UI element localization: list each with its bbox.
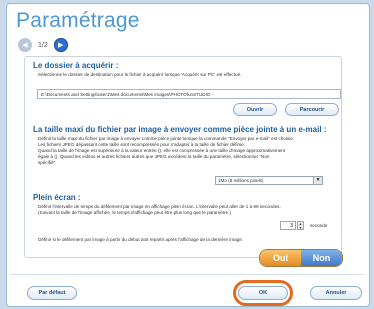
ok-button[interactable]: OK: [238, 286, 288, 300]
arrow-right-icon: ▶: [58, 42, 64, 49]
page-title: Paramétrage: [16, 9, 140, 32]
maxsize-desc-4: égale à (). Quand les vidéos et autres f…: [38, 154, 270, 159]
maxsize-desc-5: spécifié".: [38, 160, 57, 165]
page-indicator: 1/2: [38, 41, 48, 49]
repeat-no-button[interactable]: Non: [301, 250, 342, 266]
maxsize-section-title: La taille maxi du fichier par image à en…: [33, 125, 327, 134]
maxsize-select[interactable]: 1Mo (8 millions pixels) ▼: [215, 176, 323, 185]
arrow-left-icon: ◀: [22, 42, 28, 49]
interval-input[interactable]: 3: [280, 221, 296, 230]
folder-path-field[interactable]: E:\Documents and Settings\user1\Mes docu…: [37, 89, 341, 99]
fullscreen-desc-3: Définir si le défilement par image à par…: [38, 237, 244, 242]
footer-divider: [10, 274, 364, 275]
open-button[interactable]: Ouvrir: [233, 103, 277, 116]
maxsize-selected-value: 1Mo (8 millions pixels): [218, 178, 264, 183]
repeat-toggle: Oui Non: [259, 249, 343, 267]
cancel-button[interactable]: Annuler: [310, 286, 362, 300]
browse-button[interactable]: Parcourir: [285, 103, 339, 116]
chevron-down-icon: ▼: [313, 177, 322, 184]
pager: ◀ 1/2 ▶: [18, 37, 68, 53]
interval-stepper[interactable]: ▲ ▼: [297, 221, 304, 230]
default-button[interactable]: Par défaut: [27, 286, 77, 300]
next-page-button[interactable]: ▶: [53, 38, 68, 52]
fullscreen-desc-2: (Suivant la taille de l'image affichée, …: [38, 210, 231, 215]
repeat-yes-button[interactable]: Oui: [260, 250, 301, 266]
fullscreen-section-title: Plein écran :: [33, 193, 81, 202]
chevron-down-icon: ▼: [298, 226, 303, 230]
folder-section-title: Le dossier à acquérir :: [33, 61, 119, 70]
interval-unit: seconde: [310, 223, 328, 228]
prev-page-button[interactable]: ◀: [18, 38, 32, 52]
folder-description: Sélectionne le dossier de destination po…: [38, 72, 242, 77]
